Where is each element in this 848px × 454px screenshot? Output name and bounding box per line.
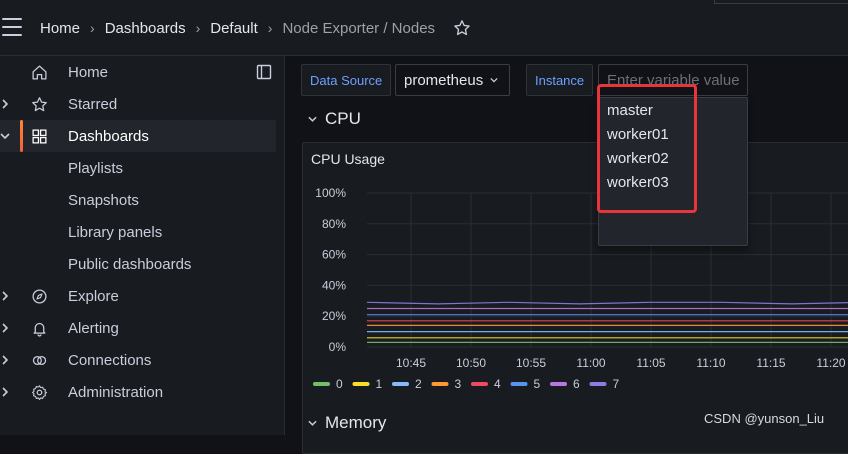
x-tick-label: 11:00: [576, 356, 605, 370]
connections-icon: [32, 355, 47, 366]
dropdown-option-worker02[interactable]: worker02: [607, 150, 669, 167]
row-title: Memory: [325, 413, 387, 432]
bell-icon: [33, 322, 46, 337]
sidebar-item-dashboards[interactable]: Dashboards: [0, 120, 276, 152]
star-icon: [32, 97, 47, 112]
chevron-right-icon[interactable]: [1, 290, 9, 302]
watermark: CSDN @yunson_Liu: [704, 411, 825, 426]
x-tick-label: 10:50: [456, 356, 486, 370]
legend-label: 0: [336, 377, 343, 391]
chevron-right-icon[interactable]: [1, 98, 9, 110]
y-tick-label: 40%: [322, 278, 346, 292]
breadcrumb-dashboards[interactable]: Dashboards: [105, 20, 186, 37]
breadcrumb-separator: ›: [195, 20, 201, 36]
legend-label: 7: [613, 377, 620, 391]
sidebar-item-starred[interactable]: Starred: [0, 88, 276, 120]
dropdown-option-worker03[interactable]: worker03: [607, 174, 669, 191]
chevron-down-icon: [490, 77, 498, 83]
x-tick-label: 11:05: [636, 356, 665, 370]
breadcrumb-home[interactable]: Home: [40, 20, 80, 37]
sidebar-item-administration[interactable]: Administration: [0, 376, 276, 408]
legend-label: 4: [494, 377, 501, 391]
cpu-usage-chart: 0%20%40%60%80%100%10:45 10:50 10:55 11:00 11…: [313, 186, 848, 391]
y-tick-label: 20%: [322, 309, 346, 323]
breadcrumb-separator: ›: [267, 20, 273, 36]
sidebar: Home Starred Dashboards Playlists Snapsh…: [0, 56, 285, 435]
y-tick-label: 0%: [329, 340, 347, 354]
x-tick-label: 11:10: [696, 356, 725, 370]
instance-dropdown: master worker01 worker02 worker03: [598, 97, 748, 246]
dashboard-main: Data Source prometheus Instance CPU CPU …: [286, 56, 848, 454]
sidebar-item-label: Dashboards: [68, 127, 149, 145]
top-navbar: Home › Dashboards › Default › Node Expor…: [0, 0, 848, 56]
home-icon: [32, 65, 47, 80]
sidebar-item-label: Snapshots: [68, 191, 139, 209]
sidebar-item-public-dashboards[interactable]: Public dashboards: [0, 248, 276, 280]
cpu-usage-panel: CPU Usage 0% 20% 40% 60% 80% 100% 10:45 10:50 10…: [302, 142, 848, 454]
x-tick-label: 11:15: [756, 356, 785, 370]
chevron-down-icon: [308, 420, 317, 426]
x-tick-label: 10:45: [396, 356, 426, 370]
legend-label: 2: [415, 377, 422, 391]
gear-icon: [31, 385, 48, 401]
row-memory[interactable]: Memory: [308, 413, 386, 433]
window-edge: [714, 0, 848, 4]
sidebar-item-label: Explore: [68, 287, 119, 305]
breadcrumb-separator: ›: [90, 20, 95, 36]
sidebar-item-label: Public dashboards: [68, 255, 192, 273]
row-cpu[interactable]: CPU: [308, 109, 361, 129]
breadcrumb-default[interactable]: Default: [210, 20, 258, 37]
compass-icon: [32, 289, 47, 304]
active-indicator: [20, 120, 23, 152]
breadcrumb-current: Node Exporter / Nodes: [282, 19, 436, 37]
chevron-right-icon[interactable]: [1, 322, 9, 334]
legend-label: 5: [534, 377, 541, 391]
datasource-label: Data Source: [301, 64, 392, 96]
sidebar-item-label: Playlists: [68, 159, 124, 177]
dropdown-option-worker01[interactable]: worker01: [607, 126, 669, 143]
sidebar-item-connections[interactable]: Connections: [0, 344, 276, 376]
sidebar-item-home[interactable]: Home: [0, 56, 276, 88]
star-icon[interactable]: [453, 19, 471, 37]
legend-label: 3: [455, 377, 462, 391]
breadcrumb: Home › Dashboards › Default › Node Expor…: [40, 17, 471, 39]
row-title: CPU: [325, 109, 361, 128]
series-line-7: [366, 301, 848, 305]
dropdown-option-master[interactable]: master: [607, 102, 653, 119]
sidebar-item-library-panels[interactable]: Library panels: [0, 216, 276, 248]
instance-label: Instance: [526, 64, 594, 96]
sidebar-item-playlists[interactable]: Playlists: [0, 152, 276, 184]
y-tick-label: 80%: [322, 217, 346, 231]
chevron-down-icon: [308, 116, 317, 122]
sidebar-item-label: Library panels: [68, 223, 163, 241]
datasource-select[interactable]: prometheus: [395, 64, 510, 96]
sidebar-item-label: Starred: [68, 95, 118, 113]
sidebar-item-explore[interactable]: Explore: [0, 280, 276, 312]
sidebar-item-label: Connections: [68, 351, 152, 369]
sidebar-item-label: Administration: [68, 383, 164, 401]
panel-title: CPU Usage: [311, 151, 385, 167]
grid-icon: [32, 129, 47, 144]
chevron-down-icon[interactable]: [0, 132, 11, 140]
chevron-right-icon[interactable]: [1, 354, 9, 366]
datasource-value: prometheus: [404, 71, 484, 89]
instance-input[interactable]: [598, 64, 748, 96]
menu-toggle-icon[interactable]: [2, 18, 22, 36]
x-tick-label: 11:20: [816, 356, 845, 370]
y-tick-label: 100%: [315, 186, 346, 200]
y-tick-label: 60%: [322, 248, 346, 262]
sidebar-item-label: Home: [68, 63, 109, 81]
legend-label: 6: [573, 377, 580, 391]
legend-label: 1: [376, 377, 383, 391]
chevron-right-icon[interactable]: [1, 386, 9, 398]
sidebar-item-snapshots[interactable]: Snapshots: [0, 184, 276, 216]
sidebar-item-alerting[interactable]: Alerting: [0, 312, 276, 344]
x-tick-label: 10:55: [516, 356, 546, 370]
sidebar-item-label: Alerting: [68, 319, 119, 337]
